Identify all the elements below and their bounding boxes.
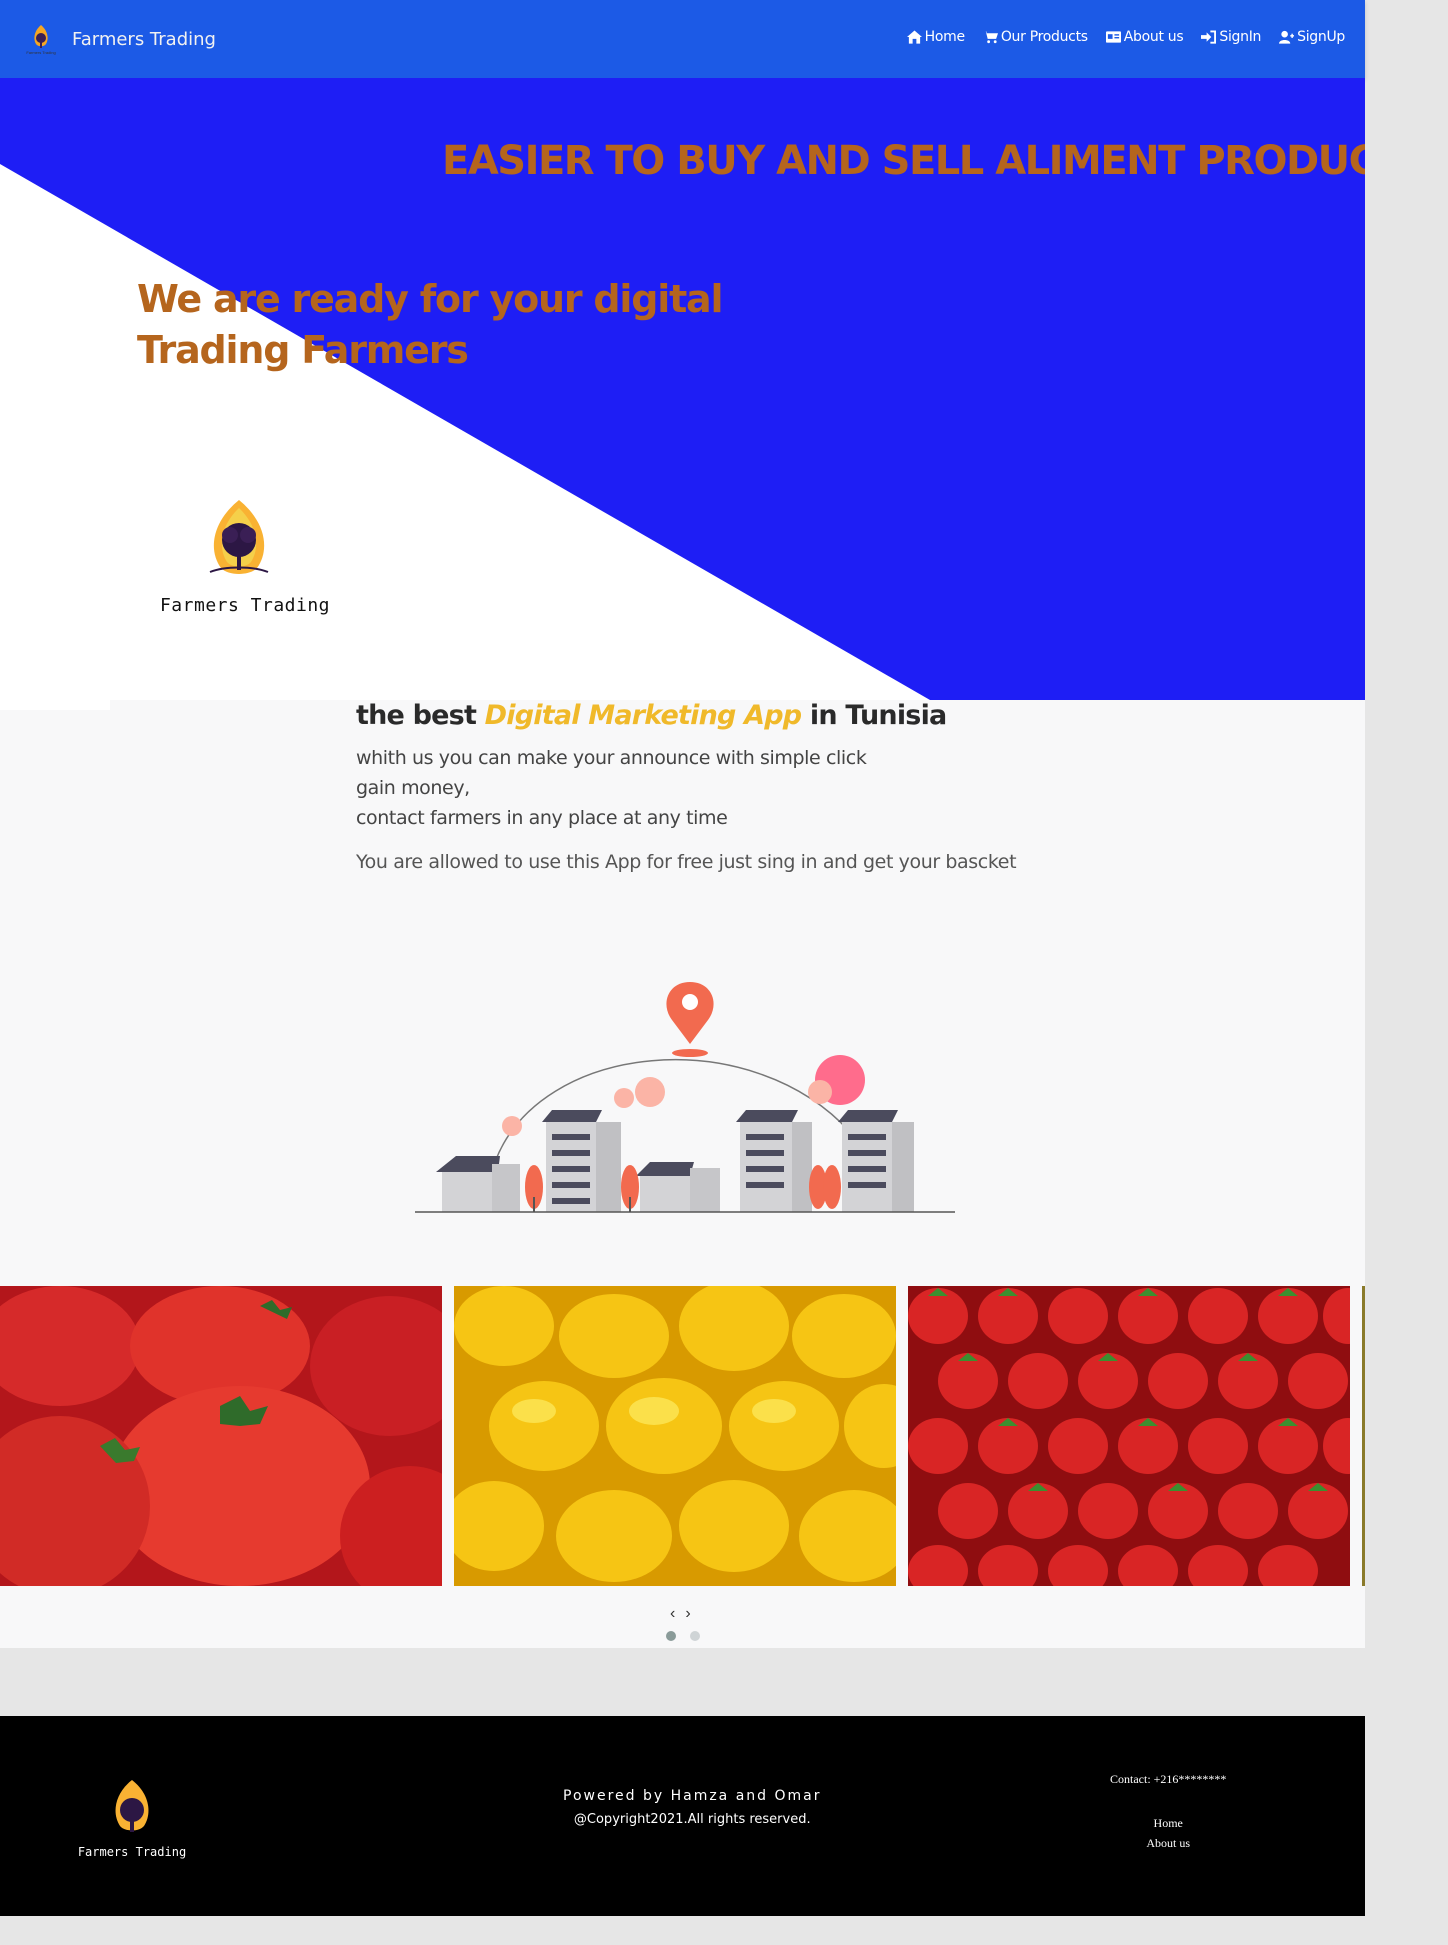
nav-menu: Home Our Products About us SignIn SignUp	[906, 29, 1345, 45]
nav-signup-label: SignUp	[1297, 29, 1345, 45]
svg-text:Farmers Trading: Farmers Trading	[26, 50, 55, 55]
brand-name: Farmers Trading	[72, 28, 216, 50]
footer-credits: Powered by Hamza and Omar @Copyright2021…	[563, 1788, 822, 1827]
intro-lines: whith us you can make your announce with…	[356, 743, 1016, 833]
carousel-dot[interactable]	[666, 1631, 676, 1641]
nav-signup[interactable]: SignUp	[1279, 29, 1345, 45]
footer-logo-icon	[115, 1780, 149, 1832]
nav-our-products-label: Our Products	[1000, 29, 1088, 45]
hero-subtitle-line2: Trading Farmers	[137, 328, 469, 372]
intro-block: the best Digital Marketing App in Tunisi…	[356, 700, 1017, 873]
hero-section: EASIER TO BUY AND SELL ALIMENT PRODUCTS …	[0, 78, 1365, 700]
hero-subtitle-line1: We are ready for your digital	[137, 277, 724, 321]
footer-logo: Farmers Trading	[72, 1776, 192, 1859]
hero-subtitle: We are ready for your digital Trading Fa…	[137, 274, 724, 376]
footer-link-home[interactable]: Home	[1110, 1813, 1226, 1833]
footer-contact-text: Contact: +216********	[1110, 1772, 1227, 1786]
carousel-next-button[interactable]: ›	[685, 1605, 690, 1623]
nav-our-products[interactable]: Our Products	[982, 29, 1088, 45]
slide-tomatoes[interactable]	[0, 1286, 442, 1586]
sign-in-icon	[1201, 30, 1217, 44]
farmers-trading-logo-icon	[209, 500, 269, 574]
user-plus-icon	[1279, 30, 1295, 44]
products-carousel[interactable]	[0, 1286, 1365, 1586]
hero-title: EASIER TO BUY AND SELL ALIMENT PRODUCTS	[442, 138, 1365, 184]
hero-logo-text: Farmers Trading	[159, 595, 331, 616]
content-section: the best Digital Marketing App in Tunisi…	[0, 700, 1365, 1648]
nav-signin[interactable]: SignIn	[1201, 29, 1261, 45]
nav-home-label: Home	[924, 29, 965, 45]
footer-copyright: @Copyright2021.All rights reserved.	[573, 1812, 811, 1827]
intro-heading-highlight: Digital Marketing App	[484, 700, 802, 731]
footer-links: Home About us	[1110, 1813, 1226, 1853]
footer: Farmers Trading Powered by Hamza and Oma…	[0, 1716, 1365, 1916]
carousel-dots	[666, 1631, 700, 1641]
nav-signin-label: SignIn	[1219, 29, 1262, 45]
nav-about-us-label: About us	[1123, 29, 1184, 45]
intro-heading-suffix: in Tunisia	[801, 700, 947, 731]
brand-logo-icon: Farmers Trading	[26, 25, 56, 55]
slide-next-peek[interactable]	[1362, 1286, 1365, 1586]
brand[interactable]: Farmers Trading Farmers Trading	[22, 22, 216, 56]
carousel-dot[interactable]	[690, 1631, 700, 1641]
content-white-tab	[0, 700, 110, 710]
footer-logo-text: Farmers Trading	[77, 1845, 187, 1859]
city-location-illustration	[415, 982, 955, 1213]
nav-about-us[interactable]: About us	[1105, 29, 1184, 45]
carousel-prev-button[interactable]: ‹	[670, 1605, 675, 1623]
id-card-icon	[1105, 31, 1121, 43]
page: Farmers Trading Farmers Trading Home Our…	[0, 0, 1365, 1945]
intro-line: whith us you can make your announce with…	[356, 747, 867, 769]
intro-heading: the best Digital Marketing App in Tunisi…	[356, 700, 1016, 731]
home-icon	[906, 30, 922, 44]
nav-home[interactable]: Home	[906, 29, 965, 45]
intro-line: gain money,	[356, 777, 470, 799]
map-pin-icon	[666, 982, 714, 1044]
intro-heading-prefix: the best	[356, 700, 485, 731]
hero-logo: Farmers Trading	[150, 488, 340, 616]
slide-strawberries[interactable]	[908, 1286, 1350, 1586]
carousel-nav: ‹ ›	[670, 1605, 691, 1623]
footer-link-about[interactable]: About us	[1110, 1833, 1226, 1853]
intro-line: contact farmers in any place at any time	[356, 807, 728, 829]
slide-lemons[interactable]	[454, 1286, 896, 1586]
intro-free-text: You are allowed to use this App for free…	[356, 851, 1017, 873]
cart-icon	[982, 31, 998, 44]
footer-powered-by: Powered by Hamza and Omar	[563, 1788, 822, 1804]
navbar: Farmers Trading Farmers Trading Home Our…	[0, 0, 1365, 78]
footer-contact: Contact: +216******** Home About us	[1110, 1772, 1226, 1853]
